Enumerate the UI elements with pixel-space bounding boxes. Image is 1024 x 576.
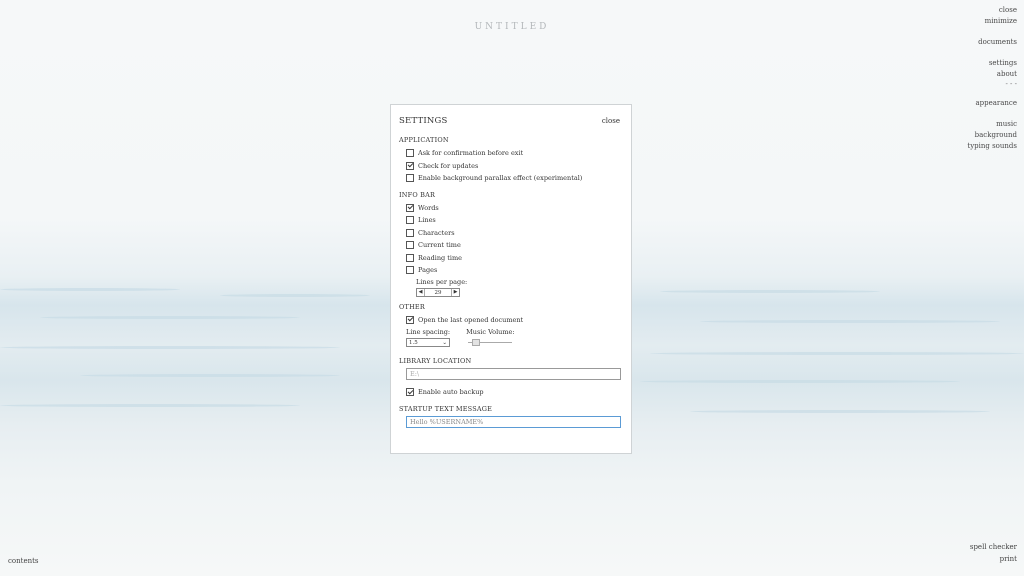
reading-time-checkbox[interactable] [406, 253, 414, 262]
option-label: Reading time [418, 253, 462, 262]
open-last-option[interactable]: Open the last opened document [399, 314, 623, 327]
documents-link[interactable]: documents [967, 37, 1017, 48]
parallax-checkbox[interactable] [406, 174, 414, 183]
characters-option[interactable]: Characters [399, 227, 623, 240]
music-volume-label: Music Volume: [466, 328, 515, 336]
lines-option[interactable]: Lines [399, 214, 623, 227]
parallax-option[interactable]: Enable background parallax effect (exper… [399, 172, 623, 185]
lines-per-page-value[interactable]: 29 [424, 288, 452, 296]
settings-header: SETTINGS close [399, 112, 623, 130]
reading-time-option[interactable]: Reading time [399, 252, 623, 265]
settings-link[interactable]: settings [967, 58, 1017, 69]
option-label: Enable auto backup [418, 388, 484, 397]
startup-message-input[interactable]: Hello %USERNAME% [406, 415, 621, 428]
bottom-right-menu: spell checker print [970, 541, 1017, 565]
other-section-title: OTHER [399, 302, 425, 311]
option-label: Check for updates [418, 161, 479, 170]
words-checkbox[interactable] [406, 203, 414, 212]
lines-per-page-label: Lines per page: [416, 277, 468, 286]
line-spacing-value: 1.5 [409, 339, 418, 346]
info-bar-section-title: INFO BAR [399, 190, 436, 199]
music-link[interactable]: music [967, 119, 1017, 130]
characters-checkbox[interactable] [406, 228, 414, 237]
lines-per-page-stepper[interactable]: ◀ 29 ▶ [416, 287, 460, 297]
document-title: UNTITLED [474, 22, 550, 32]
library-path-input[interactable]: E:\ [406, 368, 621, 380]
lines-checkbox[interactable] [406, 216, 414, 225]
option-label: Characters [418, 228, 455, 237]
confirm-exit-checkbox[interactable] [406, 149, 414, 158]
option-label: Lines [418, 216, 436, 225]
typing-sounds-link[interactable]: typing sounds [967, 141, 1017, 152]
right-menu: close minimize documents settings about … [967, 5, 1017, 152]
option-label: Ask for confirmation before exit [418, 149, 524, 158]
about-link[interactable]: about [967, 69, 1017, 80]
print-link[interactable]: print [970, 553, 1017, 565]
music-volume-group: Music Volume: [466, 328, 515, 347]
startup-section-title: STARTUP TEXT MESSAGE [399, 404, 493, 413]
appearance-link[interactable]: appearance [967, 98, 1017, 109]
check-updates-option[interactable]: Check for updates [399, 160, 623, 173]
pages-option[interactable]: Pages [399, 264, 623, 277]
option-label: Current time [418, 241, 461, 250]
application-section-title: APPLICATION [399, 136, 449, 144]
current-time-option[interactable]: Current time [399, 239, 623, 252]
settings-title: SETTINGS [399, 116, 448, 126]
confirm-exit-option[interactable]: Ask for confirmation before exit [399, 147, 623, 160]
settings-close-button[interactable]: close [602, 117, 620, 125]
chevron-down-icon: ⌄ [442, 339, 447, 346]
line-spacing-label: Line spacing: [406, 328, 451, 336]
option-label: Open the last opened document [418, 315, 524, 324]
background-link[interactable]: background [967, 130, 1017, 141]
pages-checkbox[interactable] [406, 266, 414, 275]
option-label: Enable background parallax effect (exper… [418, 174, 583, 183]
line-spacing-group: Line spacing: 1.5 ⌄ [406, 328, 450, 347]
settings-panel: SETTINGS close APPLICATION Ask for confi… [390, 104, 632, 454]
menu-separator: - - - [1005, 80, 1017, 88]
option-label: Words [418, 203, 439, 212]
minimize-link[interactable]: minimize [967, 16, 1017, 27]
other-controls: Line spacing: 1.5 ⌄ Music Volume: [399, 328, 623, 347]
increment-arrow-icon[interactable]: ▶ [452, 289, 459, 295]
words-option[interactable]: Words [399, 202, 623, 215]
line-spacing-select[interactable]: 1.5 ⌄ [406, 338, 450, 347]
music-volume-slider[interactable] [468, 338, 513, 347]
current-time-checkbox[interactable] [406, 241, 414, 250]
option-label: Pages [418, 266, 438, 275]
check-updates-checkbox[interactable] [406, 161, 414, 170]
contents-link[interactable]: contents [8, 557, 39, 565]
close-link[interactable]: close [967, 5, 1017, 16]
open-last-checkbox[interactable] [406, 315, 414, 324]
auto-backup-option[interactable]: Enable auto backup [399, 386, 623, 399]
spell-checker-link[interactable]: spell checker [970, 541, 1017, 553]
decrement-arrow-icon[interactable]: ◀ [417, 289, 424, 295]
library-section-title: LIBRARY LOCATION [399, 357, 472, 365]
auto-backup-checkbox[interactable] [406, 388, 414, 397]
slider-thumb[interactable] [472, 339, 481, 346]
